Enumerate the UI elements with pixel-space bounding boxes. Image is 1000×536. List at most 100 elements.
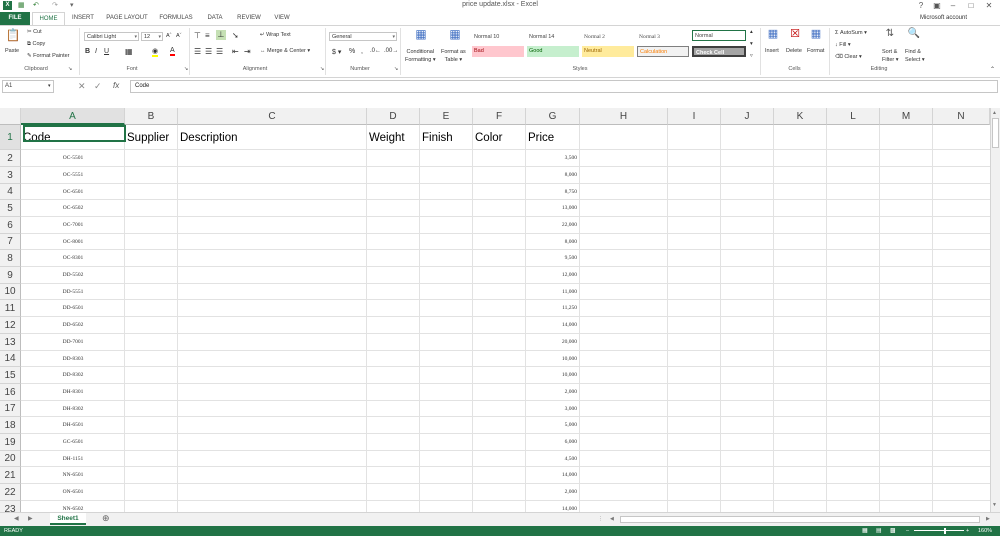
name-box-dropdown-icon[interactable]: ▾ [48,83,51,89]
align-center-icon[interactable]: ☰ [205,47,212,56]
code-cell[interactable]: GC-6501 [21,434,125,451]
increase-decimal-icon[interactable]: .0← [370,48,381,54]
tab-review[interactable]: REVIEW [234,12,264,25]
price-cell[interactable]: 3,000 [526,401,579,417]
zoom-level[interactable]: 160% [978,526,992,536]
merge-center-button[interactable]: ↔ Merge & Center ▾ [260,48,310,54]
row-header[interactable]: 15 [0,367,21,384]
delete-cells-icon[interactable]: ☒ [789,29,801,43]
increase-indent-icon[interactable]: ⇥ [244,47,251,56]
code-cell[interactable]: ON-6501 [21,484,125,501]
tab-file[interactable]: FILE [0,12,30,25]
code-cell[interactable]: DD-8302 [21,367,125,384]
font-size-select[interactable]: 12 ▾ [141,32,163,41]
style-bad[interactable]: Bad [472,46,524,57]
style-normal-2[interactable]: Normal 2 [582,32,634,43]
sort-filter-button[interactable]: Sort & Filter ▾ [882,48,899,64]
find-select-button[interactable]: Find & Select ▾ [905,48,925,64]
style-good[interactable]: Good [527,46,579,57]
tab-view[interactable]: VIEW [269,12,295,25]
row-header[interactable]: 19 [0,434,21,451]
currency-icon[interactable]: $ ▾ [332,48,341,56]
price-cell[interactable]: 8,000 [526,167,579,184]
normal-view-icon[interactable]: ▦ [862,526,868,536]
cut-button[interactable]: ✂ Cut [27,29,42,35]
vertical-scrollbar[interactable]: ▲ ▼ [990,108,1000,512]
header-cell-supplier[interactable]: Supplier [125,130,178,146]
code-cell[interactable]: OC-6501 [21,184,125,200]
delete-cells-button[interactable]: Delete [786,48,802,54]
row-header[interactable]: 10 [0,284,21,300]
format-cells-button[interactable]: Format [807,48,824,54]
code-cell[interactable]: NN-6502 [21,501,125,512]
zoom-slider[interactable] [914,530,964,531]
restore-icon[interactable]: □ [964,0,978,12]
code-cell[interactable]: DD-7001 [21,334,125,351]
align-bottom-icon[interactable]: ⊥ [216,30,226,40]
scroll-up-icon[interactable]: ▲ [992,110,997,116]
close-icon[interactable]: ✕ [982,0,996,12]
price-cell[interactable]: 14,000 [526,467,579,484]
code-cell[interactable]: OC-5501 [21,150,125,167]
header-cell-weight[interactable]: Weight [367,130,420,146]
tab-insert[interactable]: INSERT [68,12,98,25]
font-name-select[interactable]: Calibri Light ▾ [84,32,139,41]
paste-icon[interactable]: 📋 [5,29,21,44]
add-sheet-icon[interactable]: ⊕ [102,513,110,524]
horizontal-scroll-right-icon[interactable]: ▶ [986,516,990,522]
zoom-slider-thumb[interactable] [944,528,946,534]
row-header[interactable]: 1 [0,125,21,150]
help-icon[interactable]: ? [914,0,928,12]
price-cell[interactable]: 11,250 [526,300,579,317]
code-cell[interactable]: OC-6502 [21,200,125,217]
row-header[interactable]: 17 [0,401,21,417]
zoom-out-icon[interactable]: – [906,526,909,536]
style-normal-14[interactable]: Normal 14 [527,32,579,43]
dialog-launcher-icon[interactable]: ↘ [394,66,398,72]
row-header[interactable]: 12 [0,317,21,334]
row-header[interactable]: 23 [0,501,21,512]
comma-icon[interactable]: , [361,48,363,55]
scroll-down-icon[interactable]: ▼ [992,502,997,508]
header-cell-finish[interactable]: Finish [420,130,473,146]
account-name[interactable]: Microsoft account [920,15,967,21]
align-left-icon[interactable]: ☰ [194,47,201,56]
format-cells-icon[interactable]: ▦ [810,29,822,43]
enter-formula-icon[interactable]: ✓ [94,81,102,92]
tab-home[interactable]: HOME [32,12,65,26]
styles-scroll-down-icon[interactable]: ▾ [750,41,753,47]
font-color-icon[interactable]: A [170,47,175,56]
row-header[interactable]: 22 [0,484,21,501]
align-top-icon[interactable]: ⊤ [194,31,201,40]
row-header[interactable]: 7 [0,234,21,250]
price-cell[interactable]: 14,000 [526,501,579,512]
row-header[interactable]: 2 [0,150,21,167]
price-cell[interactable]: 8,750 [526,184,579,200]
row-header[interactable]: 20 [0,451,21,467]
code-cell[interactable]: NN-6501 [21,467,125,484]
italic-icon[interactable]: I [95,48,97,55]
insert-cells-button[interactable]: Insert [765,48,779,54]
price-cell[interactable]: 8,000 [526,234,579,250]
format-as-table-icon[interactable]: ▦ [448,28,462,43]
next-sheet-icon[interactable]: ▶ [28,515,33,522]
borders-icon[interactable]: ▦ [125,47,133,56]
price-cell[interactable]: 4,500 [526,451,579,467]
row-header[interactable]: 14 [0,351,21,367]
decrease-indent-icon[interactable]: ⇤ [232,47,239,56]
code-cell[interactable]: DD-5502 [21,267,125,284]
style-neutral[interactable]: Neutral [582,46,634,57]
horizontal-scrollbar[interactable] [620,516,980,523]
conditional-formatting-button[interactable]: Conditional Formatting ▾ [405,48,436,64]
previous-sheet-icon[interactable]: ◀ [14,515,19,522]
row-header[interactable]: 8 [0,250,21,267]
sort-filter-icon[interactable]: ⇅ [884,29,896,43]
price-cell[interactable]: 5,000 [526,417,579,434]
row-header[interactable]: 5 [0,200,21,217]
price-cell[interactable]: 2,000 [526,384,579,401]
autosum-button[interactable]: Σ AutoSum ▾ [835,30,867,36]
code-cell[interactable]: OC-5551 [21,167,125,184]
price-cell[interactable]: 9,500 [526,250,579,267]
dialog-launcher-icon[interactable]: ↘ [184,66,188,72]
price-cell[interactable]: 11,000 [526,284,579,300]
